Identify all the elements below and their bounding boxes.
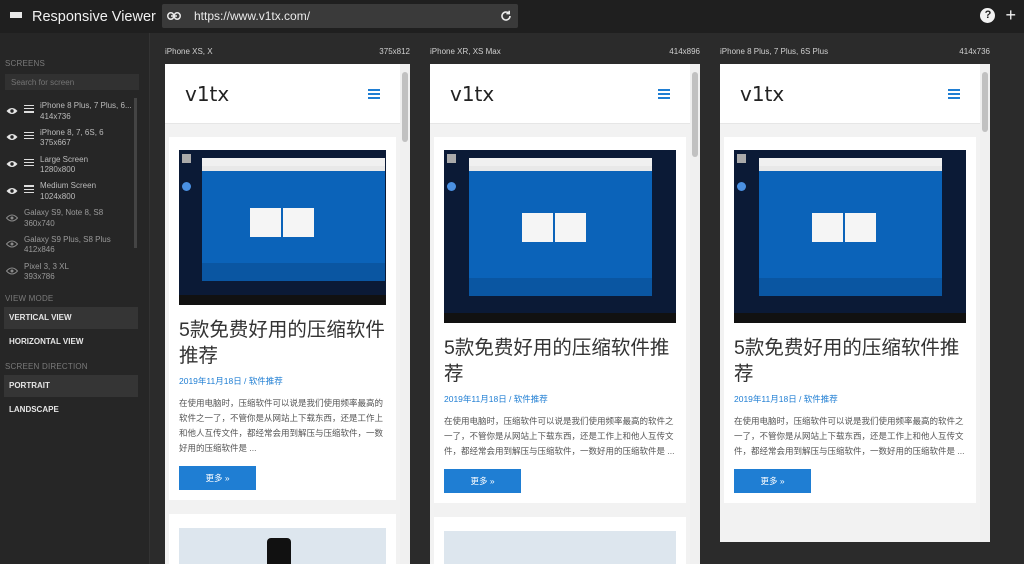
site-logo[interactable]: v1tx (450, 82, 494, 106)
url-input[interactable]: https://www.v1tx.com/ (194, 9, 494, 23)
post-card (169, 514, 396, 564)
post-excerpt: 在使用电脑时，压缩软件可以说是我们使用频率最高的软件之一了，不管你是从网站上下载… (179, 398, 384, 453)
post-card: 5款免费好用的压缩软件推荐 2019年11月18日 / 软件推荐 在使用电脑时，… (724, 137, 976, 503)
eye-off-icon[interactable] (5, 238, 18, 251)
site-header: v1tx (430, 64, 690, 124)
frame-scrollbar[interactable] (400, 64, 410, 564)
view-mode-label: VIEW MODE (5, 293, 54, 303)
horizontal-view-button[interactable]: HORIZONTAL VIEW (4, 331, 138, 353)
site-logo[interactable]: v1tx (185, 82, 229, 106)
post-image[interactable] (179, 528, 386, 564)
post-image[interactable] (734, 150, 966, 323)
nav-menu-icon[interactable] (368, 88, 380, 99)
nav-menu-icon[interactable] (948, 88, 960, 99)
url-bar[interactable]: https://www.v1tx.com/ (162, 4, 518, 28)
screen-name: Pixel 3, 3 XL (24, 261, 69, 271)
eye-icon[interactable] (5, 158, 18, 171)
screen-item[interactable]: Galaxy S9, Note 8, S8 360x740 (0, 205, 149, 232)
post-title[interactable]: 5款免费好用的压缩软件推荐 (179, 317, 386, 369)
screen-item[interactable]: Medium Screen 1024x800 (0, 178, 149, 205)
device-size: 414x736 (959, 47, 990, 56)
device-viewer: iPhone XR, XS Max 414x896 v1tx 5款免费好用的压缩… (430, 47, 700, 564)
eye-off-icon[interactable] (5, 265, 18, 278)
device-frame[interactable]: v1tx 5款免费好用的压缩软件推荐 2019年11月18日 / 软件推荐 在使… (720, 64, 990, 542)
help-icon[interactable]: ? (980, 7, 996, 23)
device-frame[interactable]: v1tx 5款免费好用的压缩软件推荐 2019年11月18日 / 软件推荐 在使… (165, 64, 410, 564)
post-card: 5款免费好用的压缩软件推荐 2019年11月18日 / 软件推荐 在使用电脑时，… (434, 137, 686, 503)
landscape-button[interactable]: LANDSCAPE (4, 399, 138, 421)
post-meta[interactable]: 2019年11月18日 / 软件推荐 (444, 393, 676, 405)
device-name: iPhone XS, X (165, 47, 213, 56)
screen-name: Medium Screen (40, 181, 97, 191)
read-more-button[interactable]: 更多 » (179, 466, 256, 490)
device-viewer: iPhone XS, X 375x812 v1tx 5款免费好用的压缩软件推荐 … (165, 47, 410, 564)
device-name: iPhone 8 Plus, 7 Plus, 6S Plus (720, 47, 829, 56)
drag-handle-icon[interactable] (24, 105, 34, 113)
nav-menu-icon[interactable] (658, 88, 670, 99)
device-size: 375x812 (379, 47, 410, 56)
link-icon (162, 12, 186, 20)
eye-icon[interactable] (5, 131, 18, 144)
post-excerpt: 在使用电脑时，压缩软件可以说是我们使用频率最高的软件之一了，不管你是从网站上下载… (444, 416, 675, 456)
screen-item[interactable]: iPhone 8 Plus, 7 Plus, 6... 414x736 (0, 98, 149, 125)
menu-button[interactable] (0, 0, 32, 33)
device-name: iPhone XR, XS Max (430, 47, 501, 56)
device-size: 414x896 (669, 47, 700, 56)
post-meta[interactable]: 2019年11月18日 / 软件推荐 (179, 375, 386, 387)
screen-name: iPhone 8, 7, 6S, 6 (40, 127, 104, 137)
sidebar-scrollbar[interactable] (134, 98, 137, 248)
eye-off-icon[interactable] (5, 211, 18, 224)
screen-size: 1280x800 (40, 165, 76, 175)
hamburger-icon (10, 11, 22, 22)
post-meta[interactable]: 2019年11月18日 / 软件推荐 (734, 393, 966, 405)
frame-scrollbar[interactable] (980, 64, 990, 542)
screen-size: 360x740 (24, 218, 55, 228)
portrait-button[interactable]: PORTRAIT (4, 374, 138, 397)
post-card: 5款免费好用的压缩软件推荐 2019年11月18日 / 软件推荐 在使用电脑时，… (169, 137, 396, 500)
app-title: Responsive Viewer (32, 8, 156, 25)
eye-icon[interactable] (5, 184, 18, 197)
post-title[interactable]: 5款免费好用的压缩软件推荐 (444, 335, 676, 387)
screen-size: 393x786 (24, 272, 55, 282)
device-frame[interactable]: v1tx 5款免费好用的压缩软件推荐 2019年11月18日 / 软件推荐 在使… (430, 64, 700, 564)
post-title[interactable]: 5款免费好用的压缩软件推荐 (734, 335, 966, 387)
drag-handle-icon[interactable] (24, 131, 34, 140)
post-image[interactable] (444, 531, 676, 564)
screen-size: 412x846 (24, 245, 55, 255)
screen-list: iPhone 8 Plus, 7 Plus, 6... 414x736 iPhon… (0, 98, 149, 286)
post-image[interactable] (444, 150, 676, 323)
screen-search-input[interactable] (5, 74, 139, 90)
screen-name: Large Screen (40, 154, 89, 164)
top-bar: Responsive Viewer https://www.v1tx.com/ … (0, 0, 1024, 33)
screen-item[interactable]: Large Screen 1280x800 (0, 152, 149, 179)
screen-name: Galaxy S9, Note 8, S8 (24, 208, 104, 218)
screen-size: 1024x800 (40, 191, 76, 201)
screen-item[interactable]: Galaxy S9 Plus, S8 Plus 412x846 (0, 232, 149, 259)
drag-handle-icon[interactable] (24, 158, 34, 167)
screen-name: Galaxy S9 Plus, S8 Plus (24, 234, 111, 244)
screen-size: 375x667 (40, 138, 71, 148)
reload-icon[interactable] (494, 10, 518, 22)
drag-handle-icon[interactable] (24, 185, 34, 193)
device-viewer: iPhone 8 Plus, 7 Plus, 6S Plus 414x736 v… (720, 47, 990, 547)
vertical-view-button[interactable]: VERTICAL VIEW (4, 306, 138, 329)
frame-scrollbar[interactable] (690, 64, 700, 564)
screen-item[interactable]: iPhone 8, 7, 6S, 6 375x667 (0, 125, 149, 152)
site-header: v1tx (165, 64, 400, 124)
add-screen-icon[interactable]: + (1005, 6, 1016, 24)
read-more-button[interactable]: 更多 » (444, 469, 521, 493)
screen-item[interactable]: Pixel 3, 3 XL 393x786 (0, 259, 149, 286)
post-image[interactable] (179, 150, 386, 305)
screen-size: 414x736 (40, 111, 71, 121)
eye-icon[interactable] (5, 104, 18, 117)
screen-direction-label: SCREEN DIRECTION (5, 361, 88, 371)
site-header: v1tx (720, 64, 980, 124)
site-logo[interactable]: v1tx (740, 82, 784, 106)
sidebar: SCREENS iPhone 8 Plus, 7 Plus, 6...414x7… (0, 33, 150, 564)
screen-name: iPhone 8 Plus, 7 Plus, 6... (40, 101, 132, 110)
read-more-button[interactable]: 更多 » (734, 469, 811, 493)
post-excerpt: 在使用电脑时，压缩软件可以说是我们使用频率最高的软件之一了，不管你是从网站上下载… (734, 416, 965, 456)
screens-label: SCREENS (5, 59, 46, 68)
post-card (434, 517, 686, 564)
